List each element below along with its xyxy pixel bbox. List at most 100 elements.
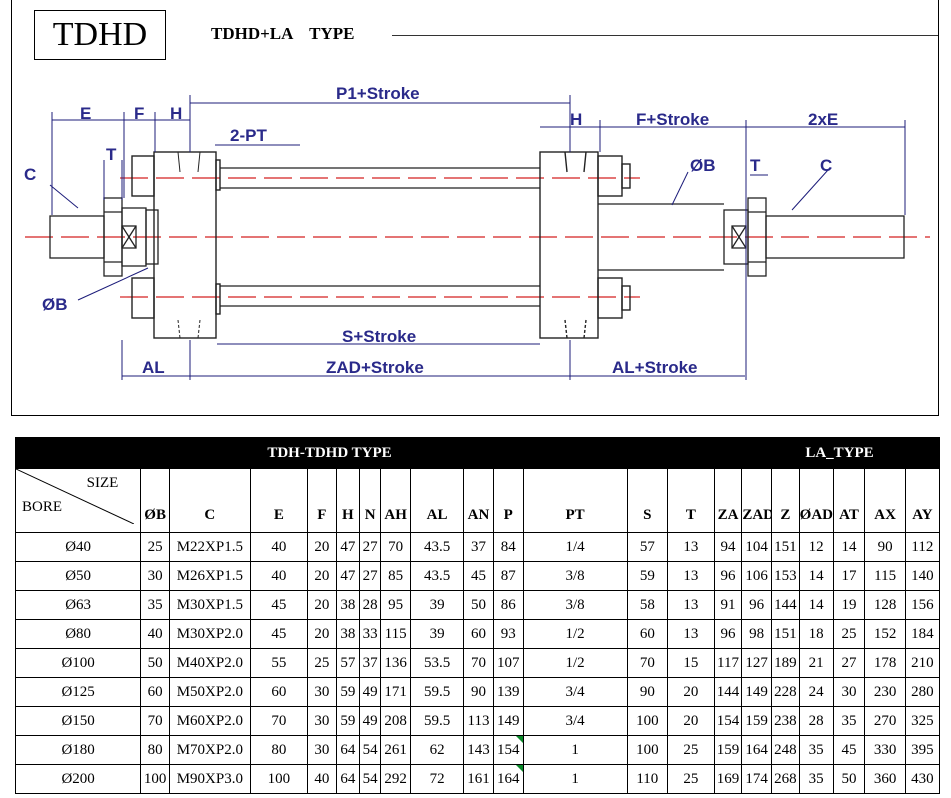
table-cell: 117 — [713, 648, 743, 678]
table-cell: 1/4 — [522, 532, 628, 562]
table-cell: 35 — [832, 706, 866, 736]
table-cell: 45 — [249, 590, 309, 620]
dim-c-left: C — [24, 165, 36, 184]
table-cell: 113 — [463, 706, 494, 736]
table-cell: M30XP1.5 — [168, 590, 251, 620]
bore-cell: Ø100 — [14, 648, 142, 678]
table-cell: 50 — [463, 590, 494, 620]
table-cell: 47 — [335, 532, 361, 562]
dim-h-left: H — [170, 104, 182, 123]
table-cell: 80 — [140, 735, 170, 765]
table-cell: 280 — [904, 677, 941, 707]
table-cell: 40 — [140, 619, 170, 649]
table-cell: 149 — [492, 706, 524, 736]
table-cell: 27 — [359, 561, 382, 591]
corner-header: SIZE BORE — [14, 468, 142, 533]
table-cell: 21 — [798, 648, 834, 678]
table-cell: 228 — [771, 677, 800, 707]
table-cell: 184 — [904, 619, 941, 649]
table-cell: 59 — [335, 706, 361, 736]
table-cell: 106 — [741, 561, 773, 591]
table-cell: 161 — [463, 764, 494, 794]
table-cell: 149 — [741, 677, 773, 707]
column-header: Z — [771, 468, 800, 533]
table-cell: 96 — [713, 619, 743, 649]
table-cell: 58 — [626, 590, 668, 620]
table-cell: 14 — [832, 532, 866, 562]
table-cell: 115 — [864, 561, 906, 591]
table-cell: 64 — [335, 764, 361, 794]
table-cell: 62 — [410, 735, 465, 765]
table-cell: M90XP3.0 — [168, 764, 251, 794]
table-cell: 43.5 — [410, 561, 465, 591]
table-cell: 90 — [463, 677, 494, 707]
table-cell: 430 — [904, 764, 941, 794]
table-cell: 50 — [832, 764, 866, 794]
table-cell: 85 — [380, 561, 412, 591]
table-cell: 70 — [626, 648, 668, 678]
table-cell: 128 — [864, 590, 906, 620]
table-cell: 154 — [492, 735, 524, 765]
table-cell: 70 — [249, 706, 309, 736]
table-cell: 164 — [492, 764, 524, 794]
table-cell: 1 — [522, 735, 628, 765]
table-cell: 139 — [492, 677, 524, 707]
column-header: AX — [864, 468, 906, 533]
table-cell: 104 — [741, 532, 773, 562]
table-cell: 14 — [798, 561, 834, 591]
table-cell: 1/2 — [522, 619, 628, 649]
table-cell: 107 — [492, 648, 524, 678]
bore-cell: Ø125 — [14, 677, 142, 707]
dim-2pt: 2-PT — [230, 126, 267, 145]
column-header: ØAD — [798, 468, 834, 533]
table-cell: 20 — [666, 706, 715, 736]
column-header: C — [168, 468, 251, 533]
table-cell: 33 — [359, 619, 382, 649]
table-cell: 169 — [713, 764, 743, 794]
table-cell: 70 — [380, 532, 412, 562]
table-cell: 13 — [666, 561, 715, 591]
table-cell: 20 — [307, 561, 337, 591]
table-cell: 15 — [666, 648, 715, 678]
column-header: AY — [904, 468, 941, 533]
table-cell: 151 — [771, 619, 800, 649]
table-row: Ø180 80 M70XP2.0 80 30 64 54 261 62 143 154 1 100 25 1… — [14, 735, 941, 765]
dim-al-stroke: AL+Stroke — [612, 358, 698, 377]
table-body: Ø40 25 M22XP1.5 40 20 47 27 70 43.5 37 84 1/4 57 13 94… — [14, 532, 941, 794]
table-cell: 28 — [798, 706, 834, 736]
table-cell: 3/8 — [522, 561, 628, 591]
bore-cell: Ø200 — [14, 764, 142, 794]
corner-size-label: SIZE — [86, 475, 119, 491]
table-cell: 261 — [380, 735, 412, 765]
column-header: AH — [380, 468, 412, 533]
table-cell: 248 — [771, 735, 800, 765]
table-cell: 30 — [832, 677, 866, 707]
table-row: Ø80 40 M30XP2.0 45 20 38 33 115 39 60 93 1/2 60 13 96 9… — [14, 619, 941, 649]
table-cell: 96 — [741, 590, 773, 620]
table-cell: 18 — [798, 619, 834, 649]
table-cell: 270 — [864, 706, 906, 736]
bore-cell: Ø180 — [14, 735, 142, 765]
table-cell: M60XP2.0 — [168, 706, 251, 736]
table-cell: 94 — [713, 532, 743, 562]
table-cell: 110 — [626, 764, 668, 794]
table-cell: 60 — [463, 619, 494, 649]
table-cell: 12 — [798, 532, 834, 562]
table-cell: 91 — [713, 590, 743, 620]
table-row: Ø200 100 M90XP3.0 100 40 64 54 292 72 161 164 1 110 2… — [14, 764, 941, 794]
column-header: N — [359, 468, 382, 533]
band-left-label: TDH-TDHD TYPE — [267, 444, 392, 461]
right-head — [539, 151, 631, 339]
table-cell: M22XP1.5 — [168, 532, 251, 562]
table-cell: 210 — [904, 648, 941, 678]
table-cell: 154 — [713, 706, 743, 736]
column-header: ØB — [140, 468, 170, 533]
dim-ob-right: ØB — [690, 156, 716, 175]
table-cell: 59 — [626, 561, 668, 591]
table-cell: 27 — [359, 532, 382, 562]
table-cell: 87 — [492, 561, 524, 591]
table-cell: 159 — [713, 735, 743, 765]
table-cell: 90 — [864, 532, 906, 562]
table-cell: 55 — [249, 648, 309, 678]
table-cell: 25 — [307, 648, 337, 678]
